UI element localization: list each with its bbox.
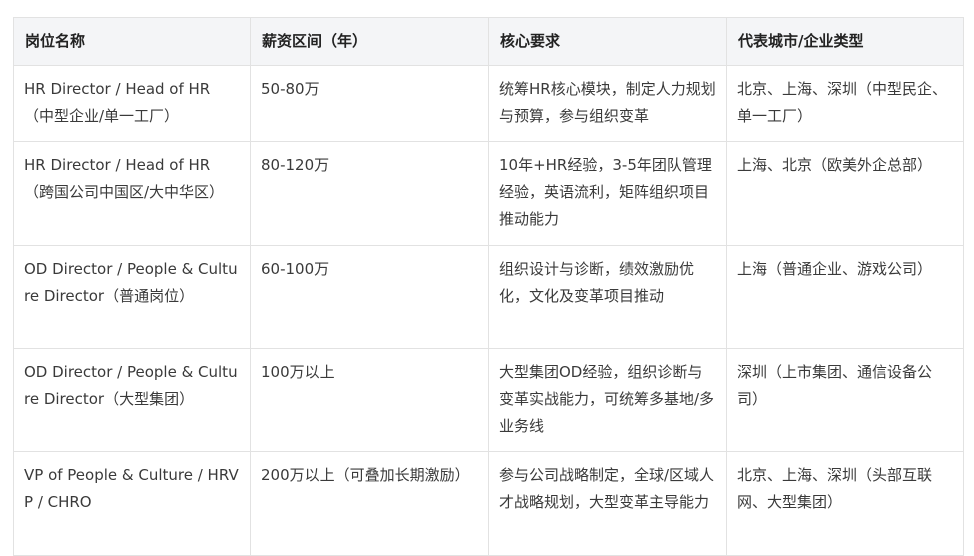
cell-salary: 50-80万: [250, 65, 489, 142]
table-row: VP of People & Culture / HRVP / CHRO 200…: [13, 451, 964, 556]
header-core-requirements: 核心要求: [488, 17, 727, 66]
header-position: 岗位名称: [13, 17, 251, 66]
cell-requirements: 大型集团OD经验，组织诊断与变革实战能力，可统筹多基地/多业务线: [488, 348, 727, 452]
cell-requirements: 10年+HR经验，3-5年团队管理经验，英语流利，矩阵组织项目推动能力: [488, 141, 727, 246]
table-row: OD Director / People & Culture Director（…: [13, 245, 964, 349]
cell-city: 深圳（上市集团、通信设备公司）: [726, 348, 964, 452]
cell-requirements: 组织设计与诊断，绩效激励优化，文化及变革项目推动: [488, 245, 727, 349]
cell-salary: 100万以上: [250, 348, 489, 452]
cell-position: HR Director / Head of HR（中型企业/单一工厂）: [13, 65, 251, 142]
header-salary-range: 薪资区间（年）: [250, 17, 489, 66]
cell-salary: 200万以上（可叠加长期激励）: [250, 451, 489, 556]
cell-position: HR Director / Head of HR（跨国公司中国区/大中华区）: [13, 141, 251, 246]
cell-city: 上海、北京（欧美外企总部）: [726, 141, 964, 246]
table-row: HR Director / Head of HR（跨国公司中国区/大中华区） 8…: [13, 141, 964, 246]
salary-table: 岗位名称 薪资区间（年） 核心要求 代表城市/企业类型 HR Director …: [13, 17, 964, 556]
cell-requirements: 参与公司战略制定，全球/区域人才战略规划，大型变革主导能力: [488, 451, 727, 556]
cell-salary: 80-120万: [250, 141, 489, 246]
cell-city: 北京、上海、深圳（中型民企、单一工厂）: [726, 65, 964, 142]
cell-salary: 60-100万: [250, 245, 489, 349]
cell-position: VP of People & Culture / HRVP / CHRO: [13, 451, 251, 556]
cell-city: 北京、上海、深圳（头部互联网、大型集团）: [726, 451, 964, 556]
salary-table-container: 岗位名称 薪资区间（年） 核心要求 代表城市/企业类型 HR Director …: [13, 17, 964, 556]
header-city-company-type: 代表城市/企业类型: [726, 17, 964, 66]
cell-position: OD Director / People & Culture Director（…: [13, 348, 251, 452]
table-header-row: 岗位名称 薪资区间（年） 核心要求 代表城市/企业类型: [13, 17, 964, 66]
table-row: OD Director / People & Culture Director（…: [13, 348, 964, 452]
cell-requirements: 统筹HR核心模块，制定人力规划与预算，参与组织变革: [488, 65, 727, 142]
cell-city: 上海（普通企业、游戏公司）: [726, 245, 964, 349]
cell-position: OD Director / People & Culture Director（…: [13, 245, 251, 349]
table-row: HR Director / Head of HR（中型企业/单一工厂） 50-8…: [13, 65, 964, 142]
